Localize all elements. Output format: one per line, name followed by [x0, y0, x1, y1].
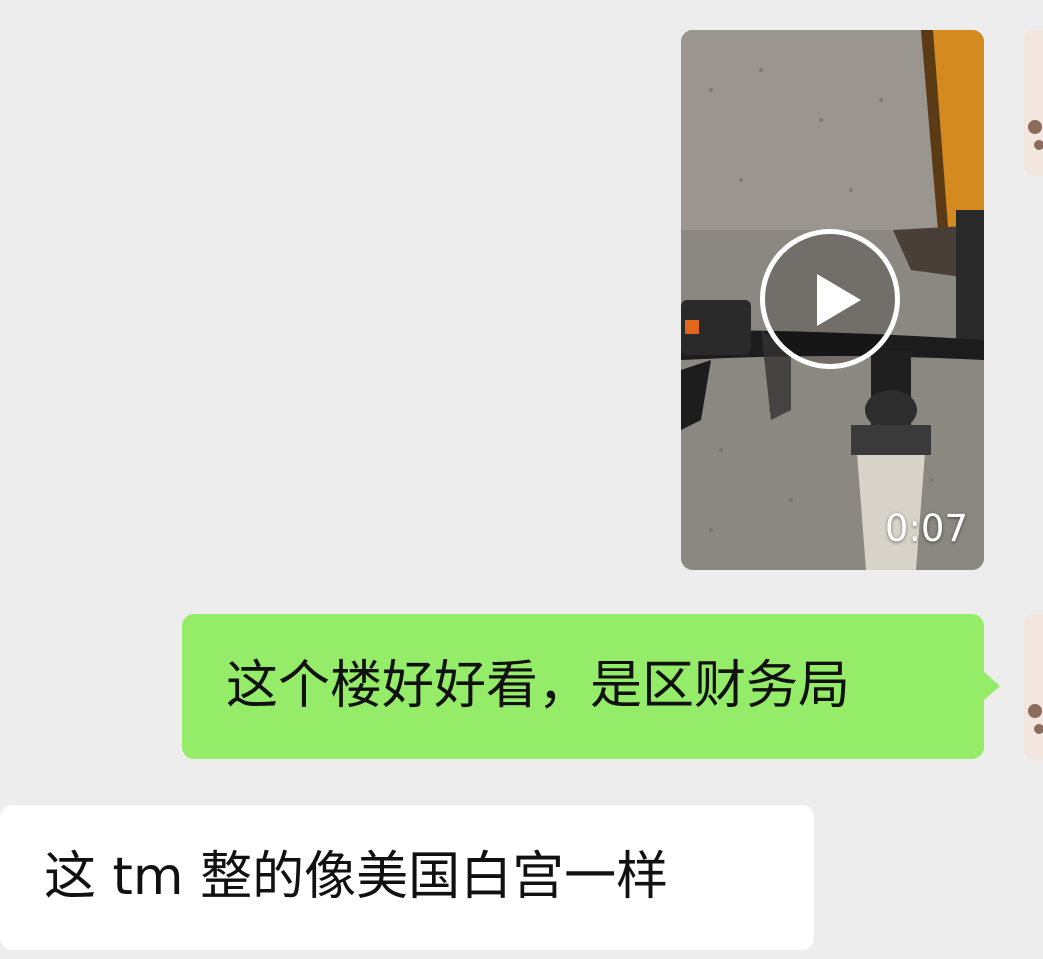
avatar[interactable]: [1024, 614, 1043, 760]
play-icon: [817, 274, 861, 326]
received-message-bubble[interactable]: 这 tm 整的像美国白宫一样: [0, 805, 814, 950]
message-text: 这 tm 整的像美国白宫一样: [44, 847, 669, 907]
sent-message-bubble[interactable]: 这个楼好好看，是区财务局: [182, 614, 1000, 759]
play-button[interactable]: [760, 229, 900, 369]
video-duration: 0:07: [884, 507, 968, 550]
bubble-tail: [983, 671, 1000, 701]
avatar[interactable]: [1024, 30, 1043, 176]
video-message[interactable]: 0:07: [681, 30, 984, 570]
message-text: 这个楼好好看，是区财务局: [226, 656, 851, 716]
